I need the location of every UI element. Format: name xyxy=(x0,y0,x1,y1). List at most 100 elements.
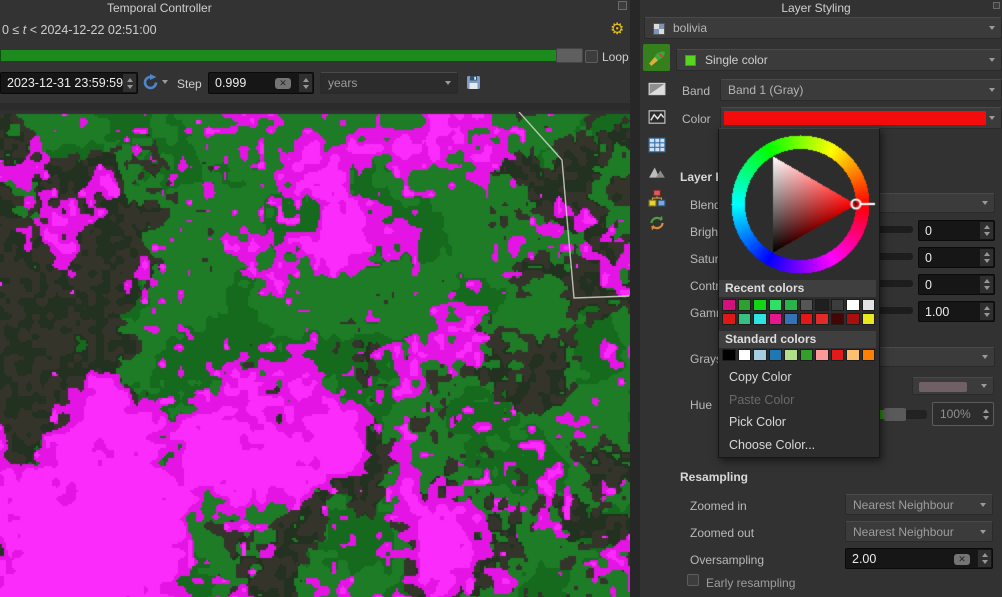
color-swatch[interactable] xyxy=(784,349,798,361)
sidebar-item-pyramids[interactable] xyxy=(643,158,670,185)
color-swatch[interactable] xyxy=(738,299,752,311)
gamma-spinbox[interactable]: 1.00 xyxy=(918,301,995,322)
raster-layer-icon xyxy=(653,23,665,35)
color-swatch[interactable] xyxy=(862,349,876,361)
chevron-down-icon xyxy=(989,88,995,92)
map-view[interactable] xyxy=(0,110,630,597)
color-swatch[interactable] xyxy=(831,299,845,311)
color-swatch[interactable] xyxy=(753,299,767,311)
color-swatch[interactable] xyxy=(753,349,767,361)
color-swatch[interactable] xyxy=(815,299,829,311)
color-swatch[interactable] xyxy=(784,299,798,311)
zoomed-out-combo[interactable]: Nearest Neighbour xyxy=(845,521,993,542)
sidebar-item-metadata[interactable] xyxy=(643,184,670,211)
renderer-combo[interactable]: Single color xyxy=(676,49,1002,71)
band-combo[interactable]: Band 1 (Gray) xyxy=(720,79,1002,101)
temporal-slider-track[interactable] xyxy=(0,49,583,62)
sidebar-item-histogram[interactable] xyxy=(643,103,670,130)
chevron-down-icon xyxy=(989,116,995,120)
loop-checkbox[interactable] xyxy=(585,50,598,63)
color-wheel[interactable] xyxy=(719,130,881,280)
hue-label: Hue xyxy=(690,398,712,412)
save-range-button[interactable] xyxy=(466,75,481,95)
clear-icon[interactable] xyxy=(275,78,291,89)
temporal-controller-panel: Temporal Controller 0 ≤ t < 2024-12-22 0… xyxy=(0,0,630,103)
chevron-down-icon xyxy=(989,26,995,30)
step-value: 0.999 xyxy=(215,76,246,90)
color-swatch[interactable] xyxy=(722,313,736,325)
histogram-icon xyxy=(648,108,666,126)
saturation-spinbox[interactable]: 0 xyxy=(918,247,995,268)
color-button[interactable] xyxy=(720,107,1002,129)
boundary-line xyxy=(0,112,630,597)
dock-icon[interactable] xyxy=(618,1,627,10)
standard-colors-header: Standard colors xyxy=(719,331,876,348)
sidebar-item-symbology[interactable] xyxy=(643,44,670,71)
colorize-color-combo[interactable] xyxy=(912,377,994,395)
color-swatch[interactable] xyxy=(815,313,829,325)
oversampling-label: Oversampling xyxy=(690,553,764,567)
color-swatch[interactable] xyxy=(831,349,845,361)
temporal-range-label: 0 ≤ t < 2024-12-22 02:51:00 xyxy=(2,23,157,37)
color-swatch[interactable] xyxy=(769,349,783,361)
menu-item-pick-color[interactable]: Pick Color xyxy=(729,415,786,433)
temporal-controller-title: Temporal Controller xyxy=(107,1,212,15)
sidebar-item-transparency[interactable] xyxy=(643,75,670,102)
paintbrush-icon xyxy=(648,49,666,67)
step-label: Step xyxy=(177,77,202,91)
chevron-down-icon xyxy=(989,58,995,62)
step-unit-combo[interactable]: years xyxy=(320,72,458,94)
menu-item-copy-color[interactable]: Copy Color xyxy=(729,370,792,388)
color-swatch[interactable] xyxy=(753,313,767,325)
refresh-dropdown-caret[interactable] xyxy=(162,80,168,84)
sidebar-item-history[interactable] xyxy=(643,209,670,236)
color-swatch[interactable] xyxy=(831,313,845,325)
step-unit-value: years xyxy=(321,76,357,90)
band-label: Band xyxy=(682,84,710,98)
color-swatch[interactable] xyxy=(769,313,783,325)
strength-spinbox[interactable]: 100% xyxy=(932,402,994,426)
color-swatch[interactable] xyxy=(800,313,814,325)
pyramids-icon xyxy=(648,163,666,181)
clear-icon[interactable] xyxy=(954,554,970,565)
color-swatch[interactable] xyxy=(862,299,876,311)
datetime-spin-buttons[interactable] xyxy=(123,74,136,92)
color-swatch[interactable] xyxy=(722,349,736,361)
menu-item-choose-color[interactable]: Choose Color... xyxy=(729,438,815,456)
refresh-icon xyxy=(142,74,159,91)
temporal-slider-handle[interactable] xyxy=(556,48,583,63)
contrast-spinbox[interactable]: 0 xyxy=(918,274,995,295)
loop-label: Loop xyxy=(602,50,629,64)
color-swatch[interactable] xyxy=(846,313,860,325)
panel-edge xyxy=(630,0,640,597)
color-swatch[interactable] xyxy=(846,349,860,361)
color-swatch[interactable] xyxy=(784,313,798,325)
color-swatch[interactable] xyxy=(846,299,860,311)
color-swatch[interactable] xyxy=(738,313,752,325)
color-swatch[interactable] xyxy=(815,349,829,361)
strength-slider-handle[interactable] xyxy=(884,408,906,421)
brightness-spinbox[interactable]: 0 xyxy=(918,220,995,241)
color-swatch[interactable] xyxy=(862,313,876,325)
color-swatch[interactable] xyxy=(800,299,814,311)
zoomed-in-combo[interactable]: Nearest Neighbour xyxy=(845,494,993,515)
early-resampling-checkbox[interactable] xyxy=(687,574,699,586)
early-resampling-label: Early resampling xyxy=(706,576,795,590)
table-icon xyxy=(648,136,666,154)
dock-icon-small[interactable] xyxy=(993,2,1000,9)
menu-item-paste-color: Paste Color xyxy=(729,393,794,411)
floppy-disk-icon xyxy=(466,75,481,90)
color-swatch[interactable] xyxy=(769,299,783,311)
step-spin-buttons[interactable] xyxy=(299,74,312,92)
step-input[interactable]: 0.999 xyxy=(208,72,314,94)
color-swatch[interactable] xyxy=(800,349,814,361)
recent-colors-row2 xyxy=(722,313,875,325)
oversampling-spinbox[interactable]: 2.00 xyxy=(845,548,993,569)
datetime-input[interactable]: 2023-12-31 23:59:59 xyxy=(0,72,138,94)
color-swatch[interactable] xyxy=(722,299,736,311)
layer-selector-combo[interactable]: bolivia xyxy=(644,17,1002,39)
refresh-button[interactable] xyxy=(142,74,159,91)
color-swatch[interactable] xyxy=(738,349,752,361)
sidebar-item-attribute-table[interactable] xyxy=(643,131,670,158)
gear-icon[interactable]: ⚙ xyxy=(610,22,624,38)
